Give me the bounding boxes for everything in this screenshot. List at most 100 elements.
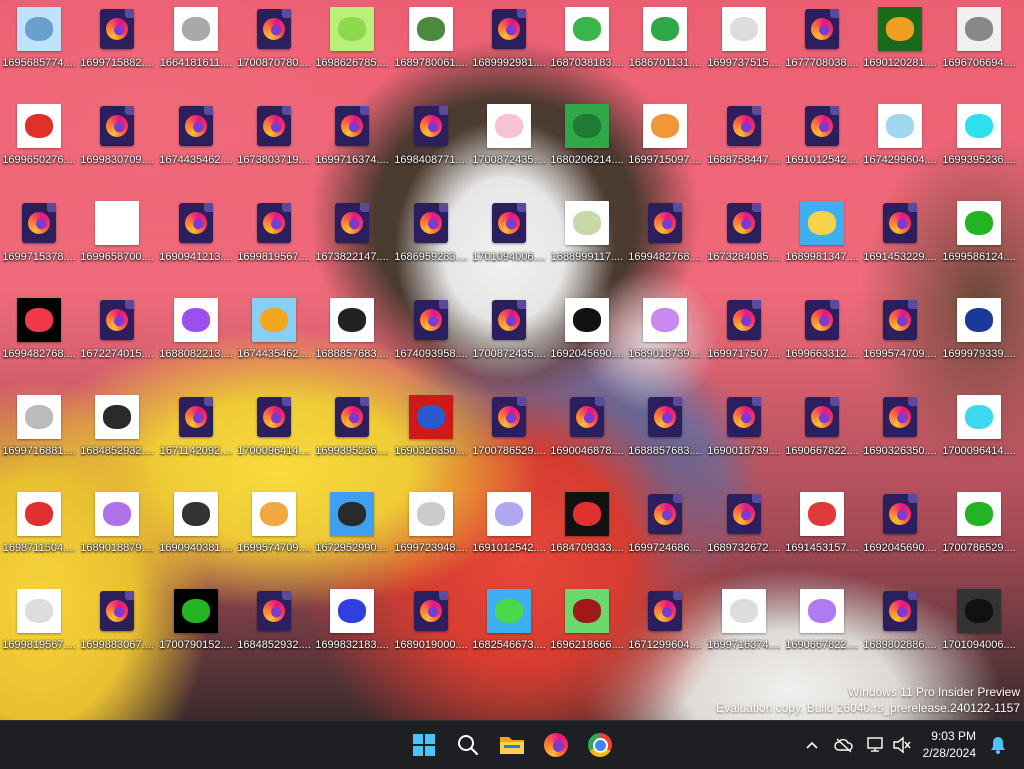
desktop-icon[interactable]: 1688999117.... (548, 194, 626, 284)
desktop-icon[interactable]: 1680206214.... (548, 97, 626, 187)
desktop-icon[interactable]: 1699482768.... (0, 291, 78, 381)
desktop-icon[interactable]: 1673284085.... (705, 194, 783, 284)
desktop-icon[interactable]: 1701094006.... (940, 582, 1018, 672)
desktop-icon[interactable]: 1699724686.... (626, 485, 704, 575)
desktop-icon[interactable]: 1696218666.... (548, 582, 626, 672)
onedrive-tray-button[interactable] (832, 721, 856, 769)
chrome-taskbar-button[interactable] (582, 727, 618, 763)
desktop-icon[interactable]: 1671299604.... (626, 582, 704, 672)
desktop-icon[interactable]: 1688082213.... (157, 291, 235, 381)
desktop-icon[interactable]: 1690940381.... (157, 485, 235, 575)
desktop-icon[interactable]: 1690046878.... (548, 388, 626, 478)
desktop-icon[interactable]: 1699574709.... (861, 291, 939, 381)
desktop-icon[interactable]: 1684709333.... (548, 485, 626, 575)
desktop-icon[interactable]: 1692045690.... (548, 291, 626, 381)
desktop-icon[interactable]: 1699586124.... (940, 194, 1018, 284)
search-button[interactable] (450, 727, 486, 763)
desktop-icon[interactable]: 1686701131.... (626, 0, 704, 90)
desktop-icon[interactable]: 1691012542.... (783, 97, 861, 187)
desktop-icon[interactable]: 1691453157.... (783, 485, 861, 575)
desktop-icon[interactable]: 1695685774.... (0, 0, 78, 90)
desktop-icon[interactable]: 1700786529.... (940, 485, 1018, 575)
desktop-icon[interactable]: 1686959283.... (392, 194, 470, 284)
desktop-icon[interactable]: 1689780061.... (392, 0, 470, 90)
desktop-icon[interactable]: 1690018739.... (705, 388, 783, 478)
volume-tray-button[interactable] (890, 721, 914, 769)
desktop-icon[interactable]: 1699717507.... (705, 291, 783, 381)
desktop-icon[interactable]: 1699650276.... (0, 97, 78, 187)
desktop-icon[interactable]: 1674435462.... (157, 97, 235, 187)
desktop-icon[interactable]: 1689018739.... (626, 291, 704, 381)
desktop-icon[interactable]: 1689019000.... (392, 582, 470, 672)
desktop-icon[interactable]: 1699716881.... (0, 388, 78, 478)
desktop-icon[interactable]: 1684852932.... (235, 582, 313, 672)
desktop-icon[interactable]: 1699716374.... (313, 97, 391, 187)
desktop-icon[interactable]: 1688857683.... (626, 388, 704, 478)
desktop-icon[interactable]: 1696706694.... (940, 0, 1018, 90)
desktop-icon[interactable]: 1688857683.... (313, 291, 391, 381)
desktop-icon[interactable]: 1690326350.... (861, 388, 939, 478)
desktop-icon[interactable]: 1699819567.... (235, 194, 313, 284)
desktop-icon[interactable]: 1689802886.... (861, 582, 939, 672)
desktop-icon[interactable]: 1672274015.... (78, 291, 156, 381)
desktop-icon[interactable]: 1700096414.... (235, 388, 313, 478)
desktop-icon[interactable]: 1684852932.... (78, 388, 156, 478)
desktop-icon[interactable]: 1699830709.... (78, 97, 156, 187)
desktop-icon[interactable]: 1700872435.... (470, 97, 548, 187)
desktop-icon[interactable]: 1690326350.... (392, 388, 470, 478)
desktop-icon[interactable]: 1701094006.... (470, 194, 548, 284)
desktop-icon[interactable]: 1699482768.... (626, 194, 704, 284)
desktop-icon[interactable]: 1690667822.... (783, 582, 861, 672)
desktop-icon[interactable]: 1689018879.... (78, 485, 156, 575)
desktop-icon[interactable]: 1689732672.... (705, 485, 783, 575)
show-hidden-icons-button[interactable] (802, 721, 822, 769)
desktop-icon[interactable]: 1699574709.... (235, 485, 313, 575)
desktop-icon[interactable]: 1700096414.... (940, 388, 1018, 478)
desktop-icon[interactable]: 1699395236.... (313, 388, 391, 478)
clock[interactable]: 9:03 PM 2/28/2024 (923, 728, 976, 762)
desktop-icon[interactable]: 1699395236.... (940, 97, 1018, 187)
desktop-icon[interactable]: 1699819567.... (0, 582, 78, 672)
desktop-icon[interactable]: 1690667822.... (783, 388, 861, 478)
desktop-icon[interactable]: 1699979339.... (940, 291, 1018, 381)
desktop-icon[interactable]: 1699883067.... (78, 582, 156, 672)
desktop-icon[interactable]: 1699658700.... (78, 194, 156, 284)
desktop-icon[interactable]: 1698626785.... (313, 0, 391, 90)
desktop-icon[interactable]: 1700870780.... (235, 0, 313, 90)
desktop-icon[interactable]: 1687038183.... (548, 0, 626, 90)
start-button[interactable] (406, 727, 442, 763)
desktop-icon[interactable]: 1699715378.... (0, 194, 78, 284)
desktop-icon[interactable]: 1699723948.... (392, 485, 470, 575)
desktop-icon[interactable]: 1690120281.... (861, 0, 939, 90)
desktop-icon[interactable]: 1700872435.... (470, 291, 548, 381)
desktop-icon[interactable]: 1700790152.... (157, 582, 235, 672)
desktop-icon[interactable]: 1691012542.... (470, 485, 548, 575)
firefox-taskbar-button[interactable] (538, 727, 574, 763)
notifications-button[interactable] (988, 721, 1008, 769)
desktop-icon[interactable]: 1664181611.... (157, 0, 235, 90)
desktop-icon[interactable]: 1698711504.... (0, 485, 78, 575)
network-tray-button[interactable] (864, 721, 888, 769)
desktop-icon[interactable]: 1699663312.... (783, 291, 861, 381)
desktop-icon[interactable]: 1688758447.... (705, 97, 783, 187)
desktop-icon[interactable]: 1677708038.... (783, 0, 861, 90)
desktop-icon[interactable]: 1682546673.... (470, 582, 548, 672)
desktop-icon[interactable]: 1691453229.... (861, 194, 939, 284)
desktop-icon[interactable]: 1674093958.... (392, 291, 470, 381)
desktop-icon[interactable]: 1674435462.... (235, 291, 313, 381)
desktop-icon[interactable]: 1699716374.... (705, 582, 783, 672)
desktop-icon[interactable]: 1672952990.... (313, 485, 391, 575)
desktop-icon[interactable]: 1699715882.... (78, 0, 156, 90)
desktop-icon[interactable]: 1671142092.... (157, 388, 235, 478)
desktop-icon[interactable]: 1673803719.... (235, 97, 313, 187)
desktop-icon[interactable]: 1698408771.... (392, 97, 470, 187)
desktop-icon[interactable]: 1699715097.... (626, 97, 704, 187)
desktop-icon[interactable]: 1689981347.... (783, 194, 861, 284)
desktop-icon[interactable]: 1692045690.... (861, 485, 939, 575)
desktop-icon[interactable]: 1690941213.... (157, 194, 235, 284)
file-explorer-button[interactable] (494, 727, 530, 763)
desktop-icon[interactable]: 1700786529.... (470, 388, 548, 478)
desktop-icon[interactable]: 1699737515.... (705, 0, 783, 90)
desktop-icon[interactable]: 1674299604.... (861, 97, 939, 187)
desktop-icon[interactable]: 1699832183.... (313, 582, 391, 672)
